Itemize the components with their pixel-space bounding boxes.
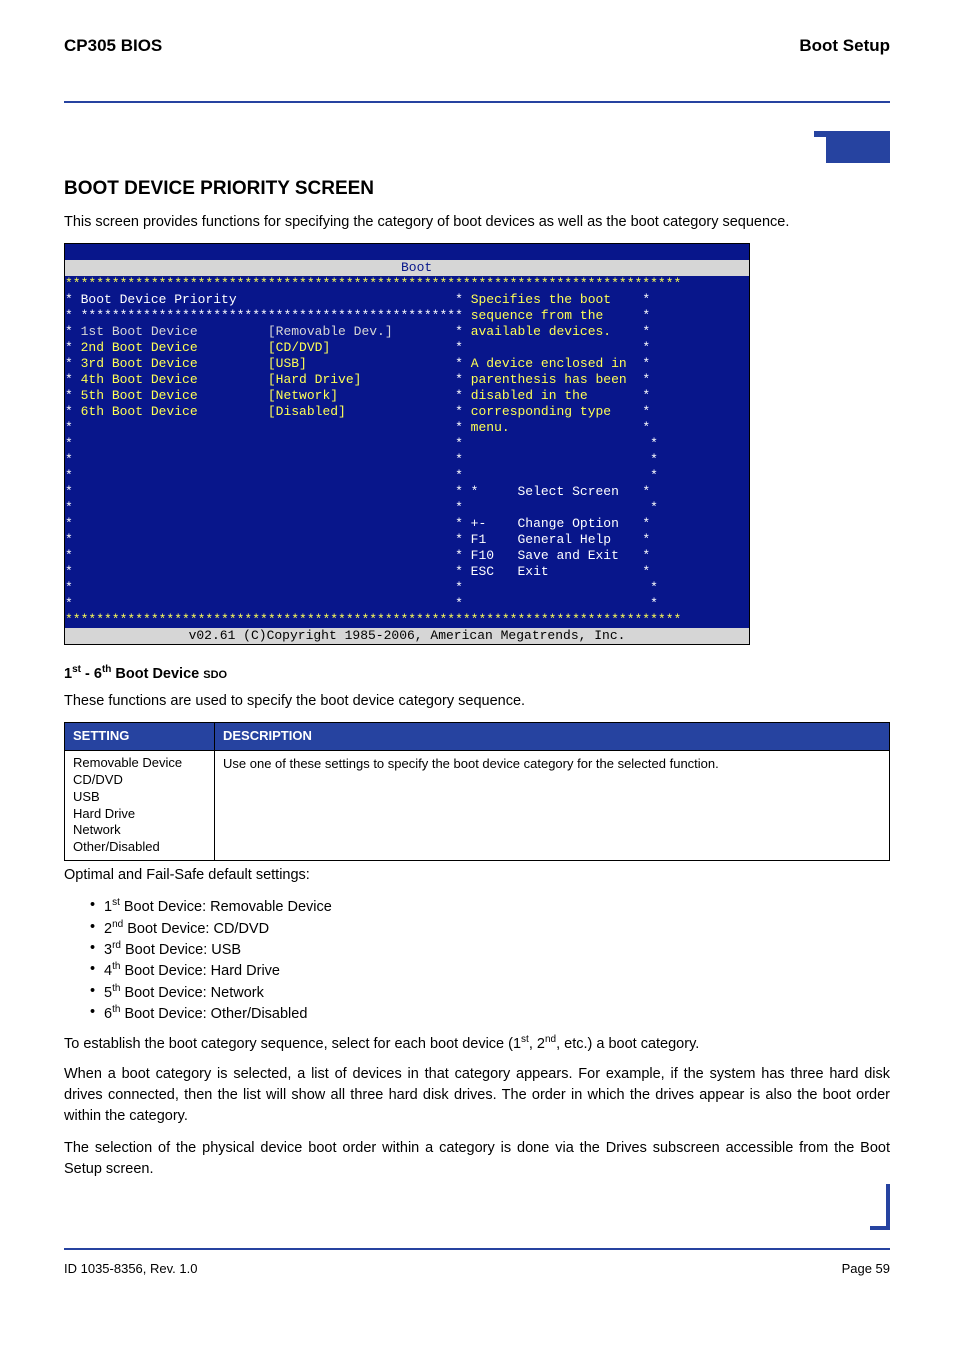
- h-tag: SDO: [203, 669, 227, 681]
- corner-bottom: [64, 1184, 890, 1230]
- pe-a: To establish the boot category sequence,…: [64, 1035, 521, 1051]
- footer-rule: [64, 1248, 890, 1250]
- header-rule: [64, 101, 890, 103]
- page-header: CP305 BIOS Boot Setup: [64, 34, 890, 65]
- list-item: 6th Boot Device: Other/Disabled: [90, 1003, 890, 1024]
- th-setting: SETTING: [65, 723, 215, 751]
- intro-text: This screen provides functions for speci…: [64, 212, 890, 233]
- bios-tab: Boot: [65, 260, 749, 276]
- p-establish: To establish the boot category sequence,…: [64, 1033, 890, 1055]
- bios-screenshot: Boot************************************…: [64, 243, 750, 645]
- corner-decoration: [64, 131, 890, 163]
- defaults-list: 1st Boot Device: Removable Device2nd Boo…: [90, 896, 890, 1024]
- pe-b: , 2: [529, 1035, 545, 1051]
- table-option: Removable Device: [73, 755, 206, 772]
- pe-sup1: st: [521, 1034, 529, 1045]
- header-left: CP305 BIOS: [64, 34, 162, 59]
- setting-desc: These functions are used to specify the …: [64, 691, 890, 712]
- table-row: Removable DeviceCD/DVDUSBHard DriveNetwo…: [65, 750, 890, 860]
- p-selection: The selection of the physical device boo…: [64, 1138, 890, 1180]
- footer-right: Page 59: [842, 1260, 890, 1279]
- h-presup: st: [72, 664, 81, 675]
- list-item: 5th Boot Device: Network: [90, 982, 890, 1003]
- td-desc: Use one of these settings to specify the…: [215, 750, 890, 860]
- h-mid: - 6: [81, 666, 102, 682]
- table-option: Other/Disabled: [73, 839, 206, 856]
- list-item: 2nd Boot Device: CD/DVD: [90, 918, 890, 939]
- header-right: Boot Setup: [799, 34, 890, 59]
- settings-table: SETTING DESCRIPTION Removable DeviceCD/D…: [64, 722, 890, 861]
- footer-left: ID 1035-8356, Rev. 1.0: [64, 1260, 197, 1279]
- bios-footer: v02.61 (C)Copyright 1985-2006, American …: [65, 628, 749, 644]
- th-desc: DESCRIPTION: [215, 723, 890, 751]
- list-item: 1st Boot Device: Removable Device: [90, 896, 890, 917]
- pe-c: , etc.) a boot category.: [556, 1035, 699, 1051]
- page-footer: ID 1035-8356, Rev. 1.0 Page 59: [64, 1260, 890, 1283]
- pe-sup2: nd: [545, 1034, 556, 1045]
- table-option: Network: [73, 822, 206, 839]
- h-midsup: th: [102, 664, 111, 675]
- table-option: Hard Drive: [73, 806, 206, 823]
- setting-heading: 1st - 6th Boot Device SDO: [64, 663, 890, 685]
- td-options: Removable DeviceCD/DVDUSBHard DriveNetwo…: [65, 750, 215, 860]
- optimal-intro: Optimal and Fail-Safe default settings:: [64, 865, 890, 886]
- h-post: Boot Device: [111, 666, 203, 682]
- h-pre: 1: [64, 666, 72, 682]
- table-option: USB: [73, 789, 206, 806]
- list-item: 4th Boot Device: Hard Drive: [90, 960, 890, 981]
- table-head-row: SETTING DESCRIPTION: [65, 723, 890, 751]
- p-when: When a boot category is selected, a list…: [64, 1064, 890, 1127]
- section-title: BOOT DEVICE PRIORITY SCREEN: [64, 175, 890, 203]
- list-item: 3rd Boot Device: USB: [90, 939, 890, 960]
- table-option: CD/DVD: [73, 772, 206, 789]
